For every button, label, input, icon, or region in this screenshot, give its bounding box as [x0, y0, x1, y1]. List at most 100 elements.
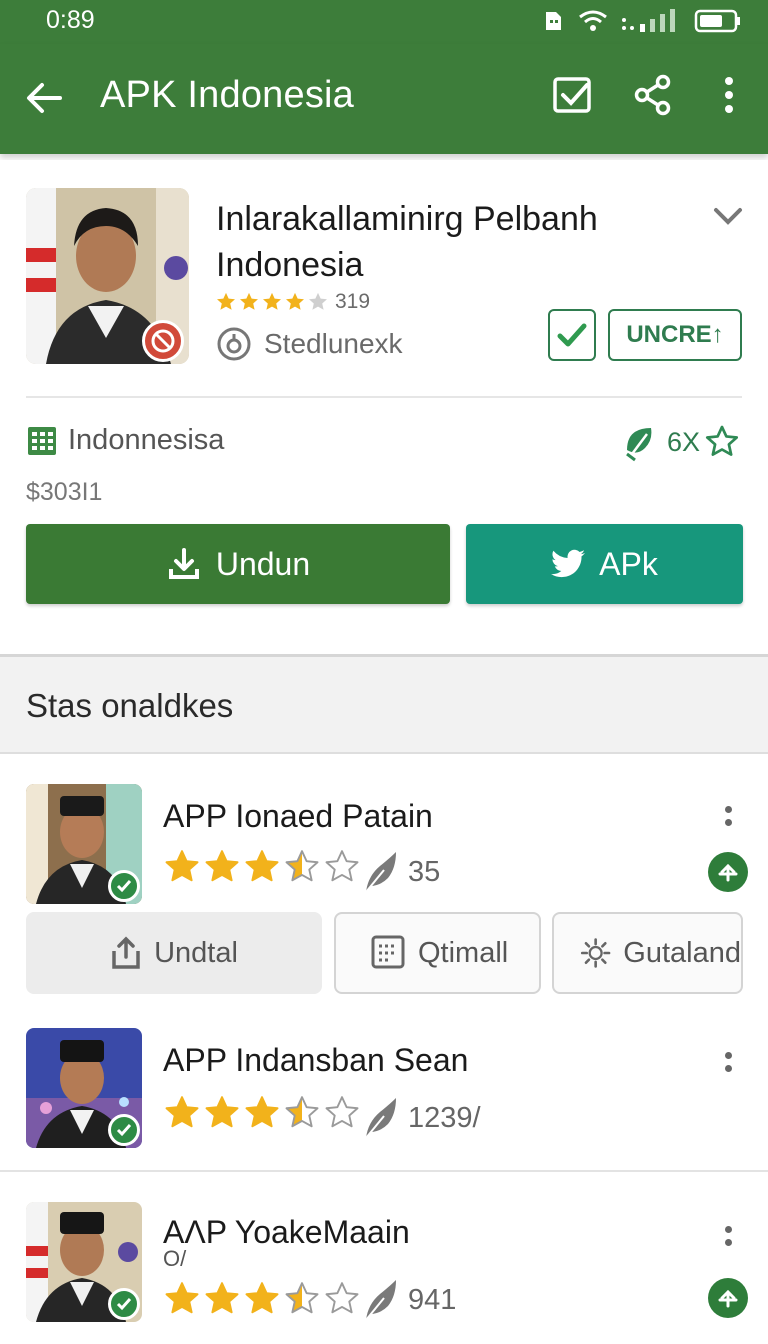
star-icon [325, 1282, 359, 1314]
verified-badge [108, 870, 140, 902]
chip-settings[interactable]: Gutaland [552, 912, 743, 994]
star-icon [205, 1282, 239, 1314]
star-icon [240, 292, 258, 310]
downloads: 941 [362, 1278, 456, 1322]
chevron-down-icon [714, 208, 742, 225]
app-detail-card: Inlarakallaminirg Pelbanh Indonesia 319 … [0, 160, 768, 650]
status-time: 0:89 [46, 6, 95, 34]
download-count: 941 [408, 1283, 457, 1316]
arrow-back-icon [27, 83, 62, 113]
wifi-icon [579, 10, 607, 31]
battery-icon [694, 9, 740, 33]
developer-icon [217, 327, 251, 361]
dot [724, 1239, 732, 1246]
star-icon [245, 1096, 279, 1128]
divider [0, 1170, 768, 1172]
share-button[interactable] [630, 72, 676, 118]
more-vert-icon [725, 77, 733, 113]
document-icon [371, 935, 405, 969]
bookmark-check-button[interactable] [550, 72, 596, 118]
installed-check-button[interactable] [548, 309, 596, 361]
upload-button[interactable] [708, 852, 748, 892]
more-options-button[interactable] [716, 1216, 740, 1256]
app-title: Inlarakallaminirg Pelbanh Indonesia [216, 200, 598, 284]
section-title: Stas onaldkes [26, 687, 234, 724]
apk-button[interactable]: APk [466, 524, 743, 604]
share-icon [634, 74, 671, 116]
downloads: 35 [362, 850, 440, 894]
checkbox-icon [553, 77, 591, 113]
signal-icon [622, 9, 675, 32]
dot [724, 806, 732, 813]
star-icon [263, 292, 281, 310]
star-icon [285, 850, 319, 882]
expand-button[interactable] [708, 202, 748, 232]
status-icons [540, 8, 742, 34]
rating-stars [163, 1280, 361, 1318]
upload-button[interactable] [708, 1278, 748, 1318]
item-thumbnail [26, 1202, 142, 1322]
quill-icon [365, 1280, 396, 1321]
rating-stars [163, 1094, 361, 1132]
arrow-up-icon [718, 1289, 738, 1308]
download-icon [168, 548, 199, 579]
dot [724, 1065, 732, 1072]
rating-count: 319 [335, 290, 371, 313]
developer-row[interactable]: Stedlunexk [216, 326, 403, 362]
developer-name: Stedlunexk [264, 328, 403, 359]
apk-button-label: APk [599, 545, 658, 582]
chip-label: Qtimall [418, 936, 509, 969]
star-icon [245, 850, 279, 882]
quill-icon [365, 852, 396, 893]
star-icon [165, 1282, 199, 1314]
price-label: $303I1 [26, 478, 103, 506]
page-title: APK Indonesia [100, 74, 354, 116]
star-icon [205, 1096, 239, 1128]
grid-icon [28, 426, 56, 455]
item-subtitle: O/ [163, 1246, 187, 1271]
category-label: Indonnesisa [68, 424, 225, 456]
check-icon [116, 1298, 132, 1311]
chip-label: Undtal [154, 936, 238, 969]
reward-count: 6X [666, 426, 700, 457]
section-header: Stas onaldkes [0, 654, 768, 754]
star-icon [285, 1282, 319, 1314]
star-icon [309, 292, 327, 310]
item-thumbnail [26, 784, 142, 904]
check-icon [557, 323, 587, 347]
downloads: 1239/ [362, 1096, 481, 1140]
more-options-button[interactable] [716, 1042, 740, 1082]
verified-badge [108, 1288, 140, 1320]
back-button[interactable] [22, 76, 66, 120]
item-title: APP Indansban Sean [163, 1042, 469, 1078]
more-options-button[interactable] [716, 796, 740, 836]
dot [724, 819, 732, 826]
star-icon [165, 1096, 199, 1128]
status-bar: 0:89 [0, 0, 768, 44]
check-icon [116, 880, 132, 893]
chip-install[interactable]: Undtal [26, 912, 322, 994]
item-title: AɅP YoakeMaain [163, 1214, 410, 1250]
more-options-button[interactable] [706, 72, 752, 118]
chip-optimize[interactable]: Qtimall [334, 912, 541, 994]
star-outline-icon [705, 425, 739, 456]
app-bar: APK Indonesia [0, 44, 768, 154]
download-count: 1239/ [408, 1101, 481, 1134]
update-button[interactable]: UNCRE↑ [608, 309, 742, 361]
download-count: 35 [408, 855, 441, 888]
dot [724, 1052, 732, 1059]
divider [26, 396, 742, 398]
rating-stars [215, 291, 329, 313]
star-icon [285, 1096, 319, 1128]
hero-rating: 319 [215, 290, 370, 314]
star-icon [325, 850, 359, 882]
arrow-up-icon [718, 863, 738, 882]
category-row[interactable]: Indonnesisa [26, 424, 224, 457]
upload-icon [112, 936, 140, 969]
verified-badge [108, 1114, 140, 1146]
download-button[interactable]: Undun [26, 524, 450, 604]
item-thumbnail [26, 1028, 142, 1148]
star-icon [245, 1282, 279, 1314]
star-icon [325, 1096, 359, 1128]
reward-badge: 6X [623, 422, 740, 462]
